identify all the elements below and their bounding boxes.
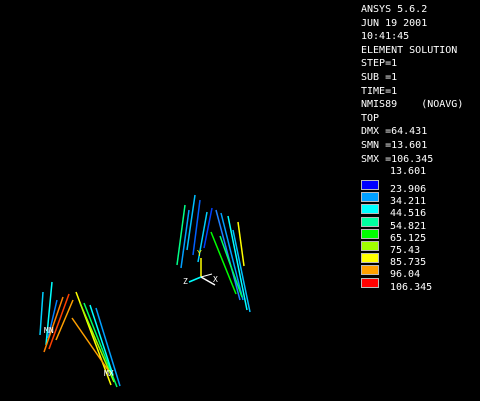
legend-band: 65.125 <box>361 227 476 244</box>
info-line: SUB =1 <box>361 71 398 83</box>
info-line: TIME=1 <box>361 85 398 97</box>
info-line: ANSYS 5.6.2 <box>361 4 428 15</box>
legend-swatch <box>361 240 379 251</box>
legend-band: 44.516 <box>361 202 476 219</box>
info-line: DMX =64.431 <box>361 126 428 138</box>
info-line: NMIS89 (NOAVG) <box>361 99 464 111</box>
info-line: TOP <box>361 112 380 124</box>
triad-z-label: Z <box>183 277 188 286</box>
legend-value: 106.345 <box>390 281 433 293</box>
legend-band: 54.821 <box>361 215 476 232</box>
legend-swatch <box>361 265 379 276</box>
triad-y-label: Y <box>197 249 202 258</box>
beam-element <box>192 199 201 256</box>
legend-swatch <box>361 228 379 239</box>
min-marker: MN <box>44 326 54 335</box>
beam-element <box>39 291 44 336</box>
beam-element <box>176 204 186 266</box>
graphics-window[interactable]: Y Z X MN MX ANSYS 5.6.2 JUN 19 2001 10:41:… <box>0 0 480 401</box>
beam-element <box>220 212 244 301</box>
legend-swatch <box>361 192 379 203</box>
beam-element <box>203 207 213 249</box>
legend-band: 23.906 <box>361 178 476 195</box>
beam-element <box>186 194 196 251</box>
info-line: ELEMENT SOLUTION <box>361 44 458 56</box>
legend-band: 106.345 <box>361 276 476 293</box>
coordinate-triad: Y Z X <box>183 249 218 286</box>
legend-band: 75.43 <box>361 239 476 256</box>
legend-band: 34.211 <box>361 190 476 207</box>
legend-swatch <box>361 253 379 264</box>
element-group-upper <box>176 194 251 313</box>
triad-z-axis <box>188 276 202 283</box>
legend-swatch <box>361 180 379 190</box>
max-marker: MX <box>104 369 114 378</box>
solution-info-block: ANSYS 5.6.2 JUN 19 2001 10:41:45 ELEMENT SO… <box>361 3 463 166</box>
legend-min-value: 13.601 <box>390 166 427 177</box>
legend-band: 85.735 <box>361 251 476 268</box>
beam-element <box>180 209 190 269</box>
legend-swatch <box>361 204 379 215</box>
info-line: STEP=1 <box>361 58 398 70</box>
legend-swatch <box>361 277 379 288</box>
beam-element <box>43 296 64 353</box>
legend-band: 96.04 <box>361 263 476 280</box>
info-line: SMX =106.345 <box>361 153 434 165</box>
info-line: SMN =13.601 <box>361 139 428 151</box>
info-line: JUN 19 2001 <box>361 17 428 29</box>
legend-swatch <box>361 216 379 227</box>
contour-legend: 13.601 23.906 34.211 44.516 54.821 65.125 75.… <box>361 166 476 293</box>
info-line: 10:41:45 <box>361 31 410 43</box>
triad-x-label: X <box>213 275 218 284</box>
